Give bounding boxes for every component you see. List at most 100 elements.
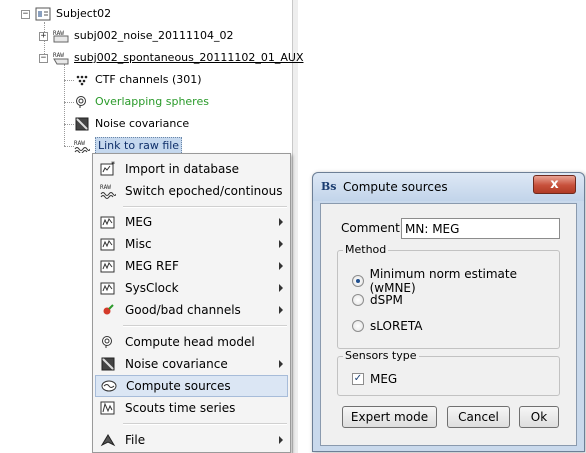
menu-item-meg[interactable]: MEG — [95, 211, 288, 233]
menu-item-label: Import in database — [125, 162, 240, 176]
radio-wmne[interactable]: Minimum norm estimate (wMNE) — [352, 267, 559, 295]
svg-text:*: * — [111, 161, 115, 169]
sensor-label: MEG — [370, 372, 398, 386]
raw-folder-icon: RAW — [53, 29, 69, 43]
menu-item-meg-ref[interactable]: MEG REF — [95, 255, 288, 277]
svg-text:RAW: RAW — [100, 184, 111, 191]
sources-icon — [101, 378, 117, 394]
checkmark-icon: ✓ — [352, 373, 364, 385]
compute-sources-dialog: Bs Compute sources x Comment: Method Min… — [312, 172, 585, 452]
submenu-arrow-icon — [279, 284, 283, 292]
headmodel-label: Overlapping spheres — [95, 95, 209, 108]
submenu-arrow-icon — [279, 306, 283, 314]
tree-node-subject[interactable]: Subject02 — [35, 5, 111, 23]
subject-label: Subject02 — [56, 7, 112, 20]
dialog-body: Comment: Method Minimum norm estimate (w… — [320, 203, 577, 446]
menu-item-noisecov[interactable]: Noise covariance — [95, 353, 288, 375]
submenu-arrow-icon — [279, 360, 283, 368]
method-option-label: Minimum norm estimate (wMNE) — [369, 267, 517, 295]
close-button[interactable]: x — [533, 175, 576, 194]
close-icon: x — [550, 177, 559, 192]
method-option-label: dSPM — [370, 293, 403, 307]
menu-item-label: SysClock — [125, 281, 179, 295]
menu-separator — [123, 423, 287, 425]
comment-input[interactable] — [401, 218, 560, 239]
sensors-group: Sensors type ✓ MEG — [337, 349, 560, 396]
menu-item-import[interactable]: * Import in database — [95, 158, 288, 180]
display-icon — [100, 214, 116, 230]
menu-item-misc[interactable]: Misc — [95, 233, 288, 255]
submenu-arrow-icon — [279, 240, 283, 248]
app-logo-icon: Bs — [321, 180, 337, 193]
menu-item-label: MEG — [125, 215, 153, 229]
tree-connector — [64, 102, 74, 103]
expand-toggle[interactable]: + — [39, 32, 48, 41]
scouts-icon — [100, 400, 116, 416]
noisecov-label: Noise covariance — [95, 117, 190, 130]
headmodel-icon — [74, 95, 90, 109]
radio-unselected-icon — [352, 294, 364, 306]
tree-node-channels[interactable]: CTF channels (301) — [74, 71, 202, 89]
menu-item-label: Good/bad channels — [125, 303, 241, 317]
menu-item-label: Compute head model — [125, 335, 255, 349]
checkbox-meg[interactable]: ✓ MEG — [352, 372, 397, 386]
tree-scrollbar[interactable] — [292, 0, 298, 453]
display-icon — [100, 236, 116, 252]
menu-item-label: Switch epoched/continous — [125, 184, 283, 198]
method-option-label: sLORETA — [370, 319, 423, 333]
cancel-button[interactable]: Cancel — [447, 406, 510, 428]
menu-item-label: Noise covariance — [125, 357, 228, 371]
radio-selected-icon — [352, 275, 364, 287]
recording-label: subj002_spontaneous_20111102_01_AUX — [74, 51, 304, 64]
menu-item-file[interactable]: File — [95, 429, 288, 451]
import-icon: * — [100, 160, 116, 177]
tree-connector — [64, 80, 74, 81]
channels-icon — [74, 73, 90, 87]
tree-node-noise-recording[interactable]: RAW subj002_noise_20111104_02 — [53, 27, 233, 45]
menu-item-goodbad[interactable]: Good/bad channels — [95, 299, 288, 321]
menu-item-scouts[interactable]: Scouts time series — [95, 397, 288, 419]
collapse-toggle[interactable]: − — [21, 10, 30, 19]
raw-switch-icon: RAW — [100, 183, 117, 199]
comment-label: Comment: — [341, 221, 404, 235]
radio-sloreta[interactable]: sLORETA — [352, 319, 422, 333]
submenu-arrow-icon — [279, 262, 283, 270]
method-group: Method Minimum norm estimate (wMNE) dSPM… — [337, 243, 560, 349]
tree-node-noisecov[interactable]: Noise covariance — [74, 115, 189, 133]
menu-separator — [123, 206, 287, 208]
menu-item-label: File — [125, 433, 146, 447]
method-group-title: Method — [343, 243, 389, 256]
menu-item-sysclock[interactable]: SysClock — [95, 277, 288, 299]
raw-folder-open-icon: RAW — [53, 51, 69, 65]
tree-connector — [64, 124, 74, 125]
menu-item-compute-sources[interactable]: Compute sources — [95, 375, 288, 397]
submenu-arrow-icon — [279, 436, 283, 444]
ok-button[interactable]: Ok — [519, 406, 559, 428]
dialog-title: Compute sources — [343, 180, 448, 194]
goodbad-icon — [100, 302, 116, 318]
noisecov-icon — [74, 117, 90, 131]
tree-node-headmodel[interactable]: Overlapping spheres — [74, 93, 209, 111]
radio-dspm[interactable]: dSPM — [352, 293, 403, 307]
rawlink-icon: RAW — [74, 139, 91, 154]
recording-label: subj002_noise_20111104_02 — [74, 29, 234, 42]
menu-item-switch-epoched[interactable]: RAW Switch epoched/continous — [95, 180, 288, 202]
tree-node-spontaneous-recording[interactable]: RAW subj002_spontaneous_20111102_01_AUX — [53, 49, 303, 67]
menu-item-label: MEG REF — [125, 259, 179, 273]
file-icon — [100, 432, 116, 448]
noisecov-icon — [100, 356, 116, 372]
channels-label: CTF channels (301) — [95, 73, 202, 86]
menu-item-compute-headmodel[interactable]: Compute head model — [95, 331, 288, 353]
headmodel-icon — [100, 334, 116, 350]
dialog-titlebar[interactable]: Bs Compute sources x — [313, 173, 584, 201]
context-menu: * Import in database RAW Switch epoched/… — [92, 153, 291, 453]
tree-connector — [64, 146, 74, 147]
expert-mode-button[interactable]: Expert mode — [342, 406, 437, 428]
menu-separator — [123, 325, 287, 327]
sensors-group-title: Sensors type — [343, 349, 419, 362]
radio-unselected-icon — [352, 320, 364, 332]
collapse-toggle[interactable]: − — [39, 54, 48, 63]
tree-connector — [64, 64, 65, 146]
menu-item-label: Misc — [125, 237, 152, 251]
menu-item-label: Scouts time series — [125, 401, 236, 415]
